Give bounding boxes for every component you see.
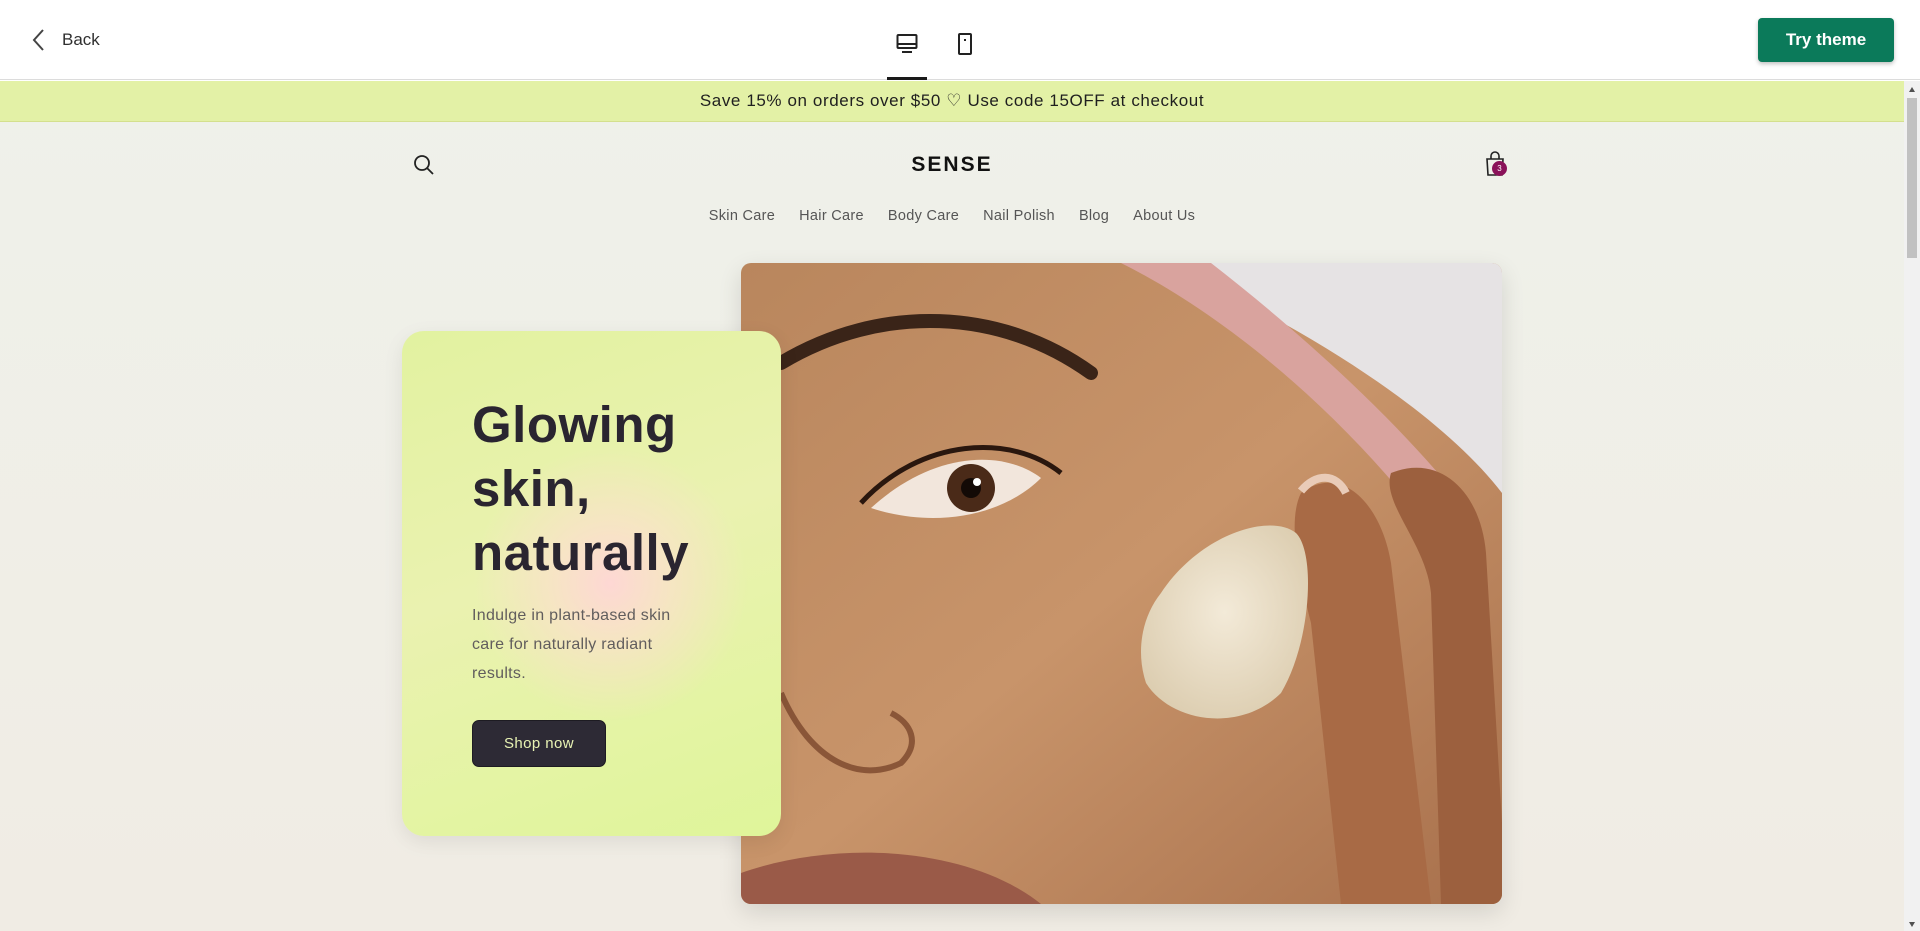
- scrollbar-thumb[interactable]: [1907, 98, 1917, 258]
- scroll-up-arrow-icon[interactable]: [1908, 86, 1916, 94]
- scrollbar[interactable]: [1904, 81, 1920, 931]
- hero-text: Indulge in plant-based skin care for nat…: [472, 607, 671, 682]
- cart-count-badge: 3: [1492, 161, 1507, 176]
- scroll-down-arrow-icon[interactable]: [1908, 920, 1916, 928]
- skin-care-photo: [741, 263, 1502, 904]
- nav-item-about-us[interactable]: About Us: [1133, 208, 1195, 224]
- desktop-view-button[interactable]: [884, 22, 930, 80]
- storefront-preview: Save 15% on orders over $50 ♡ Use code 1…: [0, 81, 1920, 931]
- back-button[interactable]: Back: [28, 24, 100, 56]
- preview-toolbar: Back Try theme: [0, 0, 1920, 80]
- mobile-view-button[interactable]: [942, 22, 988, 80]
- hero-title: Glowing skin, naturally: [472, 396, 690, 581]
- main-nav: Skin Care Hair Care Body Care Nail Polis…: [0, 208, 1904, 224]
- hero-card: Glowing skin, naturally Indulge in plant…: [402, 331, 781, 836]
- nav-item-nail-polish[interactable]: Nail Polish: [983, 208, 1055, 224]
- nav-item-body-care[interactable]: Body Care: [888, 208, 959, 224]
- nav-item-hair-care[interactable]: Hair Care: [799, 208, 864, 224]
- search-icon[interactable]: [410, 151, 438, 179]
- nav-item-blog[interactable]: Blog: [1079, 208, 1109, 224]
- announcement-text: Save 15% on orders over $50 ♡ Use code 1…: [699, 91, 1205, 110]
- nav-item-skin-care[interactable]: Skin Care: [709, 208, 775, 224]
- chevron-left-icon: [32, 29, 44, 51]
- mobile-icon: [958, 33, 972, 55]
- store-logo[interactable]: SENSE: [852, 153, 1052, 177]
- desktop-icon: [896, 34, 918, 53]
- back-label: Back: [62, 30, 100, 49]
- hero-image: [741, 263, 1502, 904]
- device-toggle: [884, 22, 988, 80]
- try-theme-button[interactable]: Try theme: [1758, 18, 1894, 62]
- announcement-bar: Save 15% on orders over $50 ♡ Use code 1…: [0, 81, 1904, 122]
- shop-now-button[interactable]: Shop now: [472, 720, 606, 767]
